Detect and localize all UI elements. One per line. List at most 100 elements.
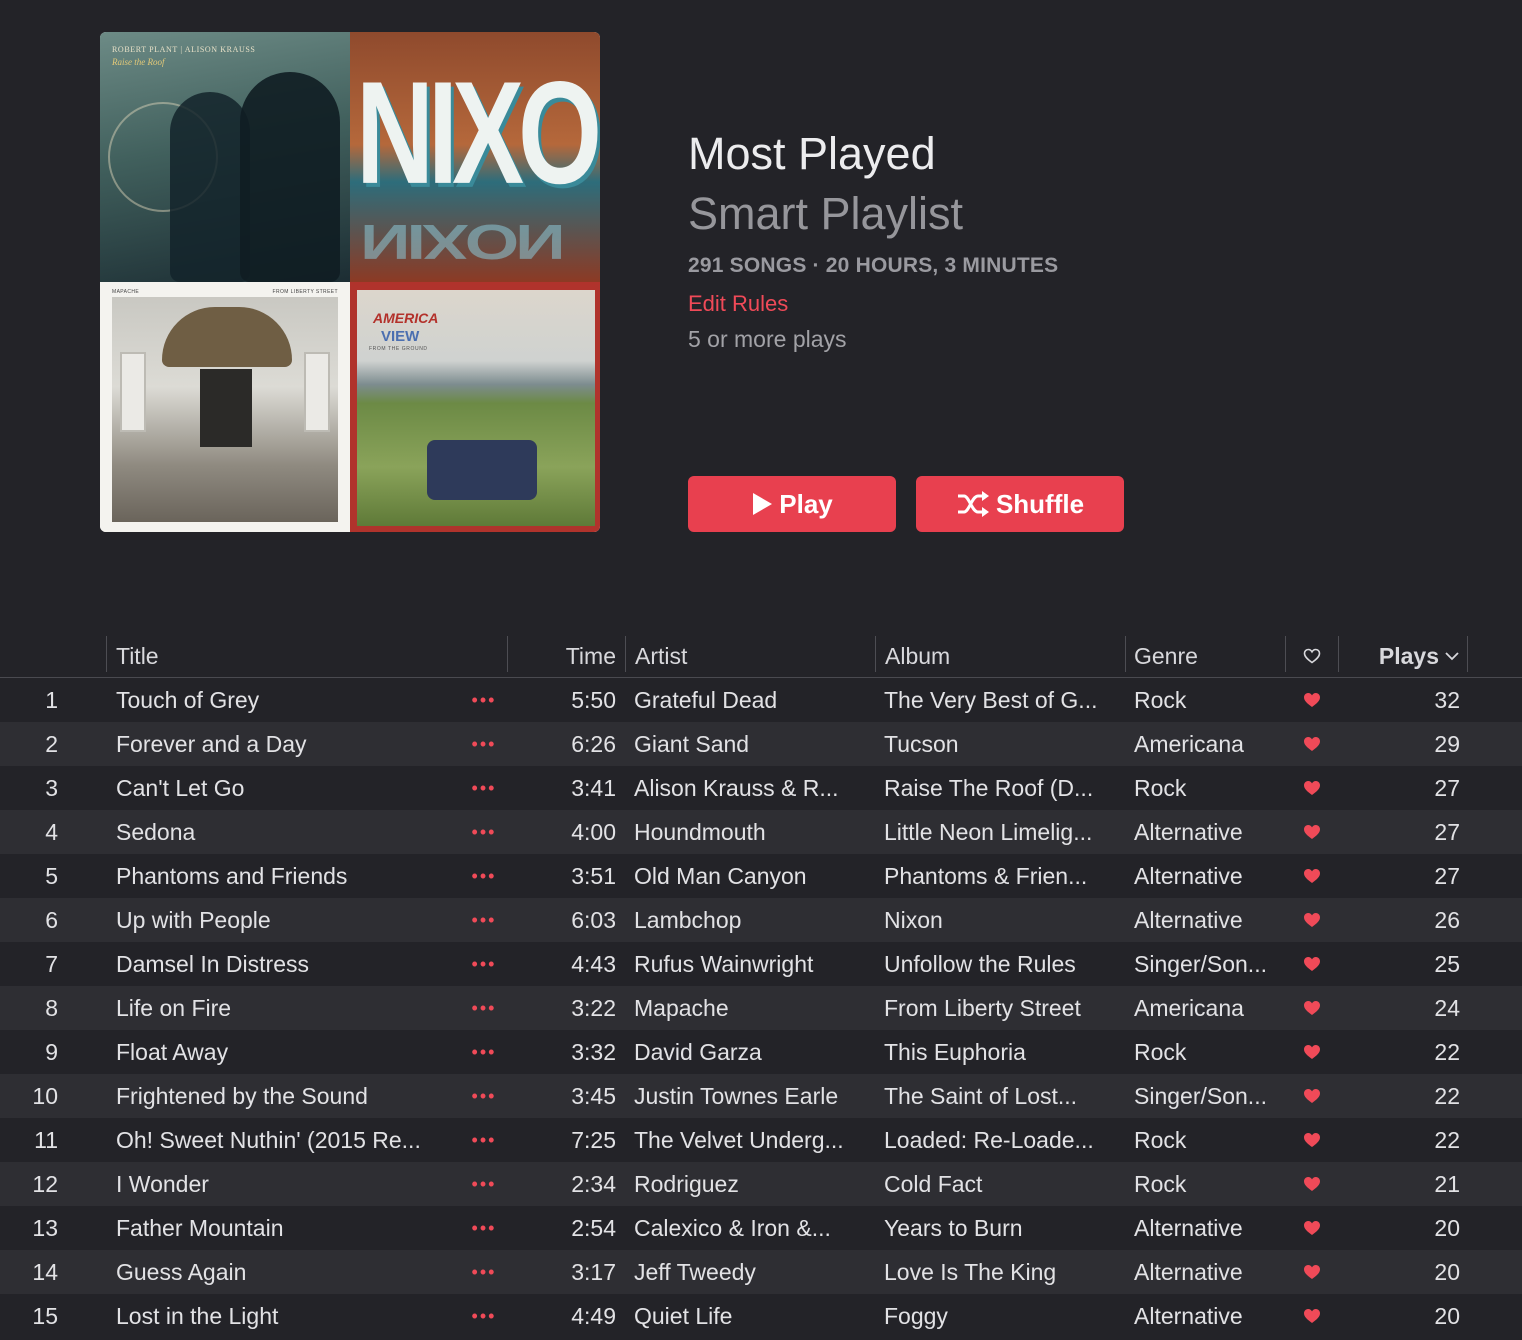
table-row[interactable]: 6 Up with People ••• 6:03 Lambchop Nixon…	[0, 898, 1522, 942]
heart-filled-icon	[1304, 1001, 1320, 1015]
love-toggle[interactable]	[1290, 898, 1334, 942]
play-count: 32	[1434, 686, 1460, 713]
track-number: 7	[45, 950, 58, 977]
edit-rules-link[interactable]: Edit Rules	[688, 291, 788, 317]
table-row[interactable]: 3 Can't Let Go ••• 3:41 Alison Krauss & …	[0, 766, 1522, 810]
more-options-icon[interactable]: •••	[466, 854, 502, 898]
song-album[interactable]: Love Is The King	[884, 1250, 1120, 1294]
column-divider	[507, 636, 508, 672]
shuffle-button[interactable]: Shuffle	[916, 476, 1124, 532]
more-options-icon[interactable]: •••	[466, 1030, 502, 1074]
love-toggle[interactable]	[1290, 986, 1334, 1030]
more-options-icon[interactable]: •••	[466, 1074, 502, 1118]
song-artist[interactable]: Calexico & Iron &...	[634, 1206, 870, 1250]
play-button-label: Play	[779, 488, 833, 519]
song-duration: 3:22	[571, 994, 616, 1021]
song-artist[interactable]: Old Man Canyon	[634, 854, 870, 898]
love-toggle[interactable]	[1290, 1030, 1334, 1074]
more-options-icon[interactable]: •••	[466, 678, 502, 722]
column-divider	[1125, 636, 1126, 672]
song-duration: 3:32	[571, 1038, 616, 1065]
table-row[interactable]: 11 Oh! Sweet Nuthin' (2015 Re... ••• 7:2…	[0, 1118, 1522, 1162]
song-duration: 4:43	[571, 950, 616, 977]
song-artist[interactable]: Jeff Tweedy	[634, 1250, 870, 1294]
column-header-genre[interactable]: Genre	[1134, 636, 1198, 676]
table-row[interactable]: 12 I Wonder ••• 2:34 Rodriguez Cold Fact…	[0, 1162, 1522, 1206]
playlist-artwork[interactable]: ROBERT PLANT | ALISON KRAUSS Raise the R…	[100, 32, 600, 532]
column-header-time[interactable]: Time	[520, 636, 616, 676]
song-album[interactable]: Foggy	[884, 1294, 1120, 1338]
column-header-love[interactable]	[1290, 636, 1334, 676]
column-header-album[interactable]: Album	[885, 636, 950, 676]
more-options-icon[interactable]: •••	[466, 1250, 502, 1294]
song-artist[interactable]: David Garza	[634, 1030, 870, 1074]
more-options-icon[interactable]: •••	[466, 986, 502, 1030]
song-album[interactable]: From Liberty Street	[884, 986, 1120, 1030]
more-options-icon[interactable]: •••	[466, 898, 502, 942]
heart-filled-icon	[1304, 1309, 1320, 1323]
column-header-plays[interactable]: Plays	[1350, 636, 1460, 676]
play-count: 27	[1434, 862, 1460, 889]
song-album[interactable]: Cold Fact	[884, 1162, 1120, 1206]
song-album[interactable]: Nixon	[884, 898, 1120, 942]
love-toggle[interactable]	[1290, 1294, 1334, 1338]
more-options-icon[interactable]: •••	[466, 766, 502, 810]
song-artist[interactable]: Lambchop	[634, 898, 870, 942]
song-artist[interactable]: Rufus Wainwright	[634, 942, 870, 986]
song-album[interactable]: Years to Burn	[884, 1206, 1120, 1250]
table-row[interactable]: 14 Guess Again ••• 3:17 Jeff Tweedy Love…	[0, 1250, 1522, 1294]
table-row[interactable]: 13 Father Mountain ••• 2:54 Calexico & I…	[0, 1206, 1522, 1250]
more-options-icon[interactable]: •••	[466, 1162, 502, 1206]
song-artist[interactable]: Grateful Dead	[634, 678, 870, 722]
song-album[interactable]: Little Neon Limelig...	[884, 810, 1120, 854]
play-button[interactable]: Play	[688, 476, 896, 532]
song-artist[interactable]: Justin Townes Earle	[634, 1074, 870, 1118]
table-row[interactable]: 15 Lost in the Light ••• 4:49 Quiet Life…	[0, 1294, 1522, 1338]
love-toggle[interactable]	[1290, 1162, 1334, 1206]
song-artist[interactable]: Rodriguez	[634, 1162, 870, 1206]
song-album[interactable]: This Euphoria	[884, 1030, 1120, 1074]
song-artist[interactable]: Alison Krauss & R...	[634, 766, 870, 810]
song-album[interactable]: Tucson	[884, 722, 1120, 766]
song-album[interactable]: Unfollow the Rules	[884, 942, 1120, 986]
love-toggle[interactable]	[1290, 678, 1334, 722]
table-row[interactable]: 9 Float Away ••• 3:32 David Garza This E…	[0, 1030, 1522, 1074]
more-options-icon[interactable]: •••	[466, 1206, 502, 1250]
love-toggle[interactable]	[1290, 854, 1334, 898]
more-options-icon[interactable]: •••	[466, 1294, 502, 1338]
more-options-icon[interactable]: •••	[466, 722, 502, 766]
song-artist[interactable]: Mapache	[634, 986, 870, 1030]
column-header-artist[interactable]: Artist	[635, 636, 687, 676]
more-options-icon[interactable]: •••	[466, 942, 502, 986]
love-toggle[interactable]	[1290, 722, 1334, 766]
song-album[interactable]: The Saint of Lost...	[884, 1074, 1120, 1118]
more-options-icon[interactable]: •••	[466, 810, 502, 854]
song-artist[interactable]: Quiet Life	[634, 1294, 870, 1338]
song-artist[interactable]: Houndmouth	[634, 810, 870, 854]
song-artist[interactable]: The Velvet Underg...	[634, 1118, 870, 1162]
song-album[interactable]: The Very Best of G...	[884, 678, 1120, 722]
song-album[interactable]: Loaded: Re-Loade...	[884, 1118, 1120, 1162]
table-row[interactable]: 2 Forever and a Day ••• 6:26 Giant Sand …	[0, 722, 1522, 766]
play-icon	[753, 493, 773, 515]
love-toggle[interactable]	[1290, 766, 1334, 810]
love-toggle[interactable]	[1290, 942, 1334, 986]
song-album[interactable]: Phantoms & Frien...	[884, 854, 1120, 898]
table-row[interactable]: 4 Sedona ••• 4:00 Houndmouth Little Neon…	[0, 810, 1522, 854]
love-toggle[interactable]	[1290, 1118, 1334, 1162]
table-row[interactable]: 1 Touch of Grey ••• 5:50 Grateful Dead T…	[0, 678, 1522, 722]
table-row[interactable]: 7 Damsel In Distress ••• 4:43 Rufus Wain…	[0, 942, 1522, 986]
column-header-title[interactable]: Title	[116, 636, 159, 676]
table-row[interactable]: 8 Life on Fire ••• 3:22 Mapache From Lib…	[0, 986, 1522, 1030]
love-toggle[interactable]	[1290, 1250, 1334, 1294]
more-options-icon[interactable]: •••	[466, 1118, 502, 1162]
love-toggle[interactable]	[1290, 810, 1334, 854]
love-toggle[interactable]	[1290, 1074, 1334, 1118]
song-artist[interactable]: Giant Sand	[634, 722, 870, 766]
table-row[interactable]: 5 Phantoms and Friends ••• 3:51 Old Man …	[0, 854, 1522, 898]
love-toggle[interactable]	[1290, 1206, 1334, 1250]
table-row[interactable]: 10 Frightened by the Sound ••• 3:45 Just…	[0, 1074, 1522, 1118]
song-album[interactable]: Raise The Roof (D...	[884, 766, 1120, 810]
column-divider	[1338, 636, 1339, 672]
door-shape	[200, 369, 252, 447]
